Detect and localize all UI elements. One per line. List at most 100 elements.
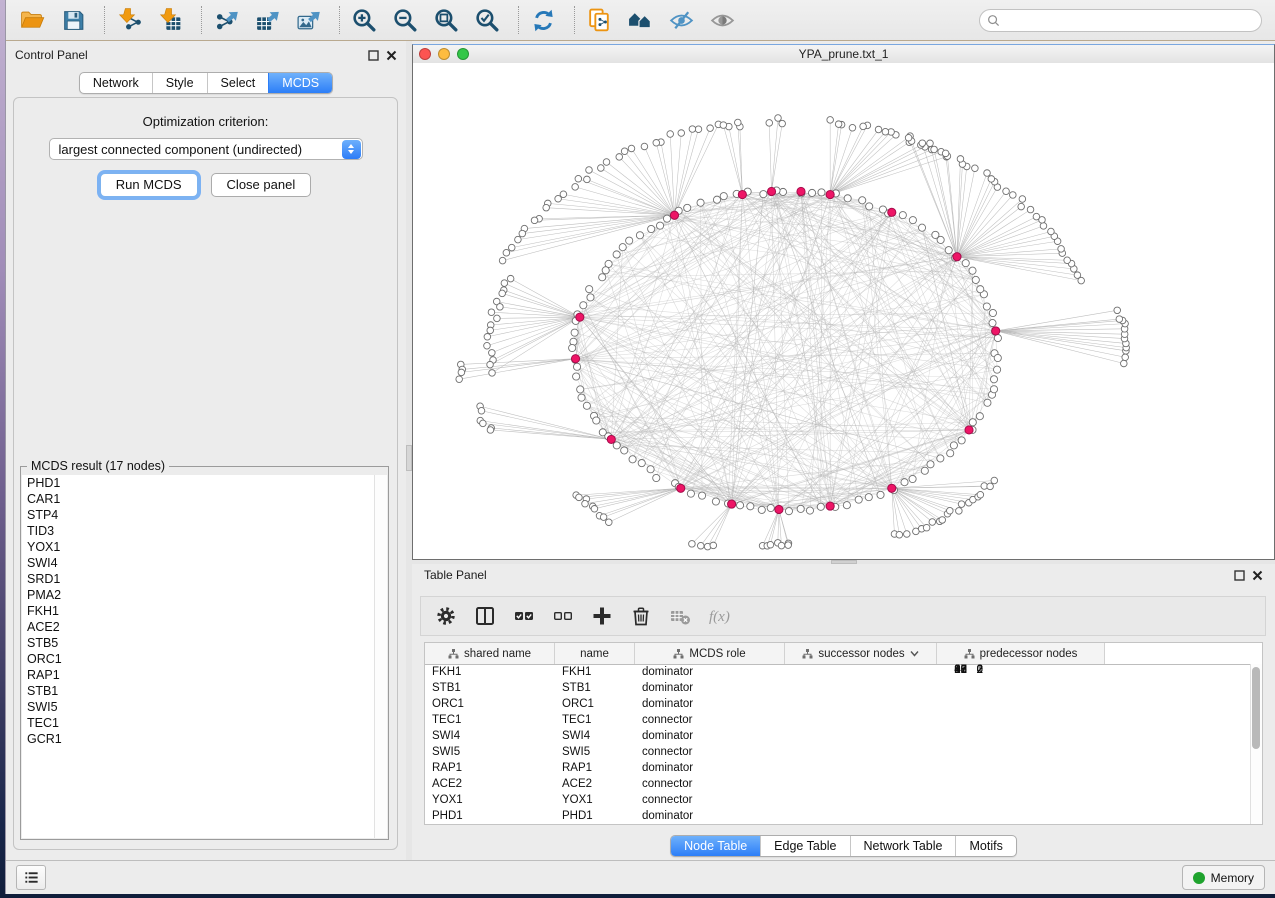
column-header-successor-nodes[interactable]: successor nodes xyxy=(785,643,937,664)
split-panel-icon[interactable] xyxy=(473,604,497,628)
svg-text:f(x): f(x) xyxy=(709,609,730,625)
close-panel-button[interactable]: Close panel xyxy=(211,173,312,197)
delete-column-icon[interactable] xyxy=(629,604,653,628)
zoom-fit-icon[interactable] xyxy=(432,6,460,34)
column-header-predecessor-nodes[interactable]: predecessor nodes xyxy=(937,643,1105,664)
cell-name: ORC1 xyxy=(555,698,635,710)
toolbar-separator xyxy=(574,6,575,34)
window-minimize-button[interactable] xyxy=(438,48,450,60)
mcds-result-item[interactable]: ACE2 xyxy=(22,619,374,635)
table-row[interactable]: PHD1PHD1dominator180 xyxy=(425,808,1251,824)
optimization-criterion-value: largest connected component (undirected) xyxy=(59,142,303,157)
cell-shared-name: SWI5 xyxy=(425,746,555,758)
tab-motifs[interactable]: Motifs xyxy=(955,836,1015,856)
cell-shared-name: STB1 xyxy=(425,682,555,694)
float-table-panel-icon[interactable] xyxy=(1234,570,1245,581)
tab-network[interactable]: Network xyxy=(80,73,152,93)
mcds-result-item[interactable]: PHD1 xyxy=(22,475,374,491)
close-table-panel-icon[interactable] xyxy=(1252,570,1263,581)
cell-name: RAP1 xyxy=(555,762,635,774)
cell-shared-name: SWI4 xyxy=(425,730,555,742)
cell-name: ACE2 xyxy=(555,778,635,790)
mcds-result-item[interactable]: TID3 xyxy=(22,523,374,539)
select-all-rows-icon[interactable] xyxy=(512,604,536,628)
tab-node-table[interactable]: Node Table xyxy=(671,836,760,856)
open-file-icon[interactable] xyxy=(18,6,46,34)
mcds-result-item[interactable]: SWI5 xyxy=(22,699,374,715)
export-table-icon[interactable] xyxy=(253,6,281,34)
cell-shared-name: RAP1 xyxy=(425,762,555,774)
mcds-result-item[interactable]: CAR1 xyxy=(22,491,374,507)
tab-network-table[interactable]: Network Table xyxy=(850,836,956,856)
column-type-icon xyxy=(964,649,975,659)
network-canvas[interactable] xyxy=(413,63,1274,559)
mcds-result-scrollbar[interactable] xyxy=(374,475,387,838)
table-scrollbar[interactable] xyxy=(1250,664,1262,824)
window-maximize-button[interactable] xyxy=(457,48,469,60)
tab-mcds[interactable]: MCDS xyxy=(268,73,332,93)
network-window: YPA_prune.txt_1 xyxy=(412,44,1275,560)
export-network-icon[interactable] xyxy=(212,6,240,34)
network-from-selection-icon[interactable] xyxy=(585,6,613,34)
refresh-layout-icon[interactable] xyxy=(529,6,557,34)
mcds-result-item[interactable]: SWI4 xyxy=(22,555,374,571)
mcds-result-item[interactable]: SRD1 xyxy=(22,571,374,587)
memory-button[interactable]: Memory xyxy=(1182,865,1265,890)
mcds-result-item[interactable]: STP4 xyxy=(22,507,374,523)
cell-MCDS-role: dominator xyxy=(635,762,785,774)
mcds-result-item[interactable]: TEC1 xyxy=(22,715,374,731)
run-mcds-button[interactable]: Run MCDS xyxy=(100,173,198,197)
search-input[interactable] xyxy=(1004,10,1261,30)
import-table-icon[interactable] xyxy=(156,6,184,34)
export-image-icon[interactable] xyxy=(294,6,322,34)
toolbar-separator xyxy=(339,6,340,34)
zoom-in-icon[interactable] xyxy=(350,6,378,34)
mcds-result-item[interactable]: GCR1 xyxy=(22,731,374,747)
mcds-result-item[interactable]: STB5 xyxy=(22,635,374,651)
cell-name: YOX1 xyxy=(555,794,635,806)
zoom-out-icon[interactable] xyxy=(391,6,419,34)
main-area: Control Panel NetworkStyleSelectMCDS Opt… xyxy=(6,41,1275,860)
show-graphics-details-icon xyxy=(708,6,736,34)
cell-MCDS-role: dominator xyxy=(635,682,785,694)
search-icon xyxy=(987,14,1000,27)
zoom-selected-icon[interactable] xyxy=(473,6,501,34)
mcds-result-item[interactable]: PMA2 xyxy=(22,587,374,603)
column-header-name[interactable]: name xyxy=(555,643,635,664)
control-panel-tabs: NetworkStyleSelectMCDS xyxy=(79,72,333,94)
home-view-icon[interactable] xyxy=(626,6,654,34)
import-network-icon[interactable] xyxy=(115,6,143,34)
save-session-icon[interactable] xyxy=(59,6,87,34)
toolbar-separator xyxy=(518,6,519,34)
cell-shared-name: FKH1 xyxy=(425,666,555,678)
table-panel: Table Panel f(x) shared namenameMCDS rol… xyxy=(412,564,1275,860)
table-settings-icon[interactable] xyxy=(434,604,458,628)
mcds-result-item[interactable]: RAP1 xyxy=(22,667,374,683)
search-box[interactable] xyxy=(979,9,1262,32)
table-scrollbar-thumb[interactable] xyxy=(1252,667,1260,749)
cell-MCDS-role: connector xyxy=(635,778,785,790)
mcds-result-item[interactable]: FKH1 xyxy=(22,603,374,619)
network-window-title: YPA_prune.txt_1 xyxy=(413,47,1274,61)
deselect-all-rows-icon[interactable] xyxy=(551,604,575,628)
tab-style[interactable]: Style xyxy=(152,73,207,93)
mcds-result-list[interactable]: PHD1CAR1STP4TID3YOX1SWI4SRD1PMA2FKH1ACE2… xyxy=(22,475,375,838)
column-header-shared-name[interactable]: shared name xyxy=(425,643,555,664)
hide-graphics-details-icon[interactable] xyxy=(667,6,695,34)
mcds-result-item[interactable]: STB1 xyxy=(22,683,374,699)
mcds-result-item[interactable]: ORC1 xyxy=(22,651,374,667)
status-bar: Memory xyxy=(6,860,1275,894)
column-header-MCDS-role[interactable]: MCDS role xyxy=(635,643,785,664)
optimization-criterion-select[interactable]: largest connected component (undirected) xyxy=(49,138,363,160)
window-close-button[interactable] xyxy=(419,48,431,60)
mcds-result-item[interactable]: YOX1 xyxy=(22,539,374,555)
task-history-button[interactable] xyxy=(16,865,46,890)
add-column-icon[interactable] xyxy=(590,604,614,628)
close-panel-icon[interactable] xyxy=(386,50,397,61)
tab-select[interactable]: Select xyxy=(207,73,269,93)
tab-edge-table[interactable]: Edge Table xyxy=(760,836,849,856)
mcds-tab-content: Optimization criterion: largest connecte… xyxy=(13,97,398,850)
node-table: shared namenameMCDS rolesuccessor nodesp… xyxy=(424,642,1263,825)
float-panel-icon[interactable] xyxy=(368,50,379,61)
application-window: Control Panel NetworkStyleSelectMCDS Opt… xyxy=(5,0,1275,894)
